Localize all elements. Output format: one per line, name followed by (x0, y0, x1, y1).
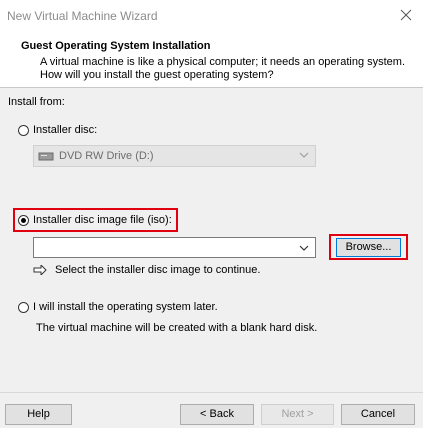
wizard-header: Guest Operating System Installation A vi… (0, 31, 423, 88)
chevron-down-icon[interactable] (299, 244, 309, 252)
iso-image-option[interactable]: Installer disc image file (iso): (18, 214, 172, 226)
back-button[interactable]: < Back (180, 404, 254, 425)
title-bar: New Virtual Machine Wizard (0, 0, 423, 31)
install-later-option[interactable]: I will install the operating system late… (18, 301, 218, 313)
chevron-down-icon (299, 152, 309, 158)
iso-image-radio[interactable] (18, 214, 29, 226)
installer-disc-label: Installer disc: (33, 124, 98, 136)
page-description: A virtual machine is like a physical com… (40, 56, 406, 81)
installer-disc-radio[interactable] (18, 124, 29, 136)
install-later-label: I will install the operating system late… (33, 301, 218, 313)
help-button[interactable]: Help (5, 404, 72, 425)
install-from-label: Install from: (8, 96, 65, 108)
arrow-right-icon (33, 265, 47, 275)
footer-divider (0, 392, 423, 393)
dvd-drive-icon (38, 152, 54, 161)
disc-drive-select[interactable]: DVD RW Drive (D:) (33, 145, 316, 167)
iso-image-label: Installer disc image file (iso): (33, 214, 172, 226)
iso-hint-text: Select the installer disc image to conti… (55, 264, 261, 276)
install-later-radio[interactable] (18, 301, 29, 313)
iso-path-input[interactable] (33, 237, 316, 258)
installer-disc-option[interactable]: Installer disc: (18, 124, 97, 136)
disc-drive-value: DVD RW Drive (D:) (59, 150, 154, 162)
window-title: New Virtual Machine Wizard (7, 9, 158, 23)
close-icon[interactable] (395, 4, 417, 26)
next-button[interactable]: Next > (261, 404, 334, 425)
iso-hint: Select the installer disc image to conti… (33, 264, 260, 276)
page-title: Guest Operating System Installation (21, 40, 211, 52)
browse-button[interactable]: Browse... (336, 238, 401, 257)
install-later-note: The virtual machine will be created with… (36, 322, 318, 334)
cancel-button[interactable]: Cancel (341, 404, 415, 425)
